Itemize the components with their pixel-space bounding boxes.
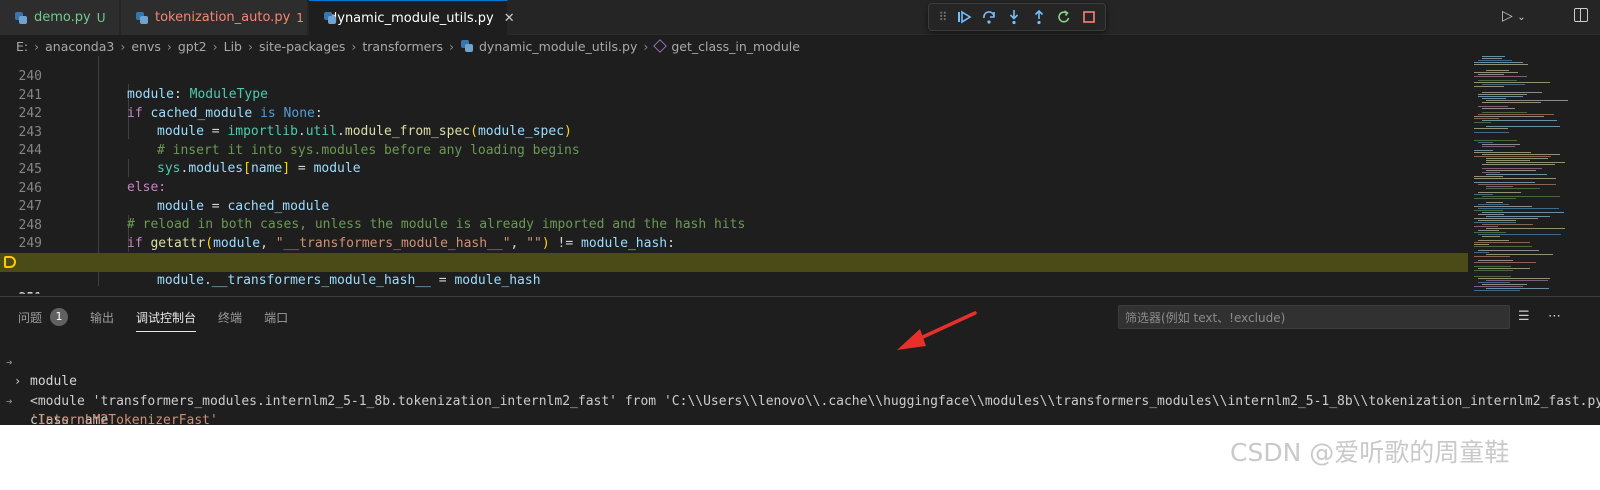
annotation-arrow [897,311,977,350]
watermark: CSDN @爱听歌的周童鞋 [1230,438,1510,467]
